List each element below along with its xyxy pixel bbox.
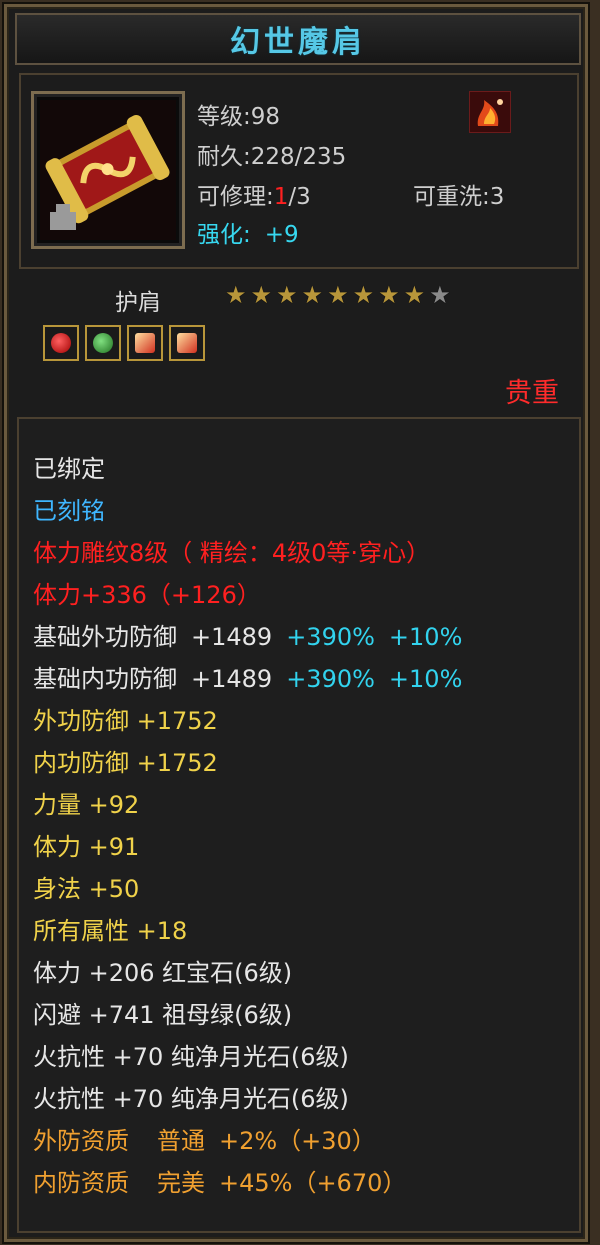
base-outer-def-extra: +10% xyxy=(388,623,463,651)
pauldron-icon xyxy=(40,100,176,240)
base-outer-def-line: 基础外功防御 +1489 +390% +10% xyxy=(33,617,462,652)
moonstone-gem-icon[interactable] xyxy=(169,325,205,361)
inner-quality-value: +45%（+670） xyxy=(219,1169,407,1197)
stamina-line: 体力 +91 xyxy=(33,833,140,861)
emerald-gem-icon[interactable] xyxy=(85,325,121,361)
repair-used: 1 xyxy=(273,184,289,210)
rewash-line: 可重洗:3 xyxy=(413,184,505,210)
outer-quality-grade: 普通 xyxy=(157,1127,205,1155)
star-empty-icon: ★ xyxy=(429,281,451,309)
star-filled-icon: ★ xyxy=(225,281,247,309)
base-inner-def-label: 基础内功防御 xyxy=(33,665,177,693)
level-label: 等级: xyxy=(197,104,251,130)
level-line: 等级:98 xyxy=(197,97,280,131)
star-filled-icon: ★ xyxy=(327,281,349,309)
strength-line: 力量 +92 xyxy=(33,791,140,819)
outer-quality-label: 外防资质 xyxy=(33,1127,129,1155)
ruby-gem-icon[interactable] xyxy=(43,325,79,361)
repair-label: 可修理: xyxy=(197,184,274,210)
item-title: 幻世魔肩 xyxy=(230,25,366,60)
engraved-status: 已刻铭 xyxy=(33,497,105,525)
star-filled-icon: ★ xyxy=(250,281,273,309)
outer-quality-line: 外防资质 普通 +2%（+30） xyxy=(33,1121,376,1156)
slot-type: 护肩 xyxy=(115,290,161,316)
item-tooltip: 幻世魔肩 等级:98 耐久:228/235 可修理:1/3 可重洗:3 强化: … xyxy=(4,4,588,1242)
base-outer-def-value: +1489 xyxy=(191,623,273,651)
star-rating: ★ ★ ★ ★ ★ ★ ★ ★ ★ xyxy=(225,283,451,307)
durability-value: 228/235 xyxy=(250,144,347,170)
item-summary: 等级:98 耐久:228/235 可修理:1/3 可重洗:3 强化: +9 xyxy=(19,73,579,269)
fire-skill-icon xyxy=(469,91,511,133)
base-outer-def-pct: +390% xyxy=(286,623,375,651)
durability-label: 耐久: xyxy=(197,144,251,170)
slot-section: 护肩 ★ ★ ★ ★ ★ ★ ★ ★ ★ 贵重 xyxy=(19,275,579,411)
rarity-label: 贵重 xyxy=(505,378,559,409)
inner-quality-grade: 完美 xyxy=(157,1169,205,1197)
star-filled-icon: ★ xyxy=(378,281,400,309)
gem-stat-line: 火抗性 +70 纯净月光石(6级) xyxy=(33,1043,349,1071)
title-bar: 幻世魔肩 xyxy=(15,13,581,65)
all-attr-line: 所有属性 +18 xyxy=(33,917,188,945)
stamina-bonus-line: 体力+336（+126） xyxy=(33,581,261,609)
gem-sockets xyxy=(43,325,205,361)
base-inner-def-value: +1489 xyxy=(191,665,273,693)
enhance-line: 强化: +9 xyxy=(197,215,299,249)
item-icon-slot[interactable] xyxy=(31,91,185,249)
star-filled-icon: ★ xyxy=(403,281,426,309)
level-value: 98 xyxy=(250,104,281,130)
agility-line: 身法 +50 xyxy=(33,875,140,903)
gem-stat-line: 火抗性 +70 纯净月光石(6级) xyxy=(33,1085,349,1113)
carving-line: 体力雕纹8级（ 精绘：4级0等·穿心） xyxy=(33,539,431,567)
base-inner-def-line: 基础内功防御 +1489 +390% +10% xyxy=(33,659,462,694)
enhance-value: +9 xyxy=(264,222,299,248)
star-filled-icon: ★ xyxy=(301,281,324,309)
inner-def-line: 内功防御 +1752 xyxy=(33,749,218,777)
inner-quality-label: 内防资质 xyxy=(33,1169,129,1197)
repair-total: /3 xyxy=(288,184,311,210)
outer-quality-value: +2%（+30） xyxy=(219,1127,376,1155)
bound-status: 已绑定 xyxy=(33,455,105,483)
enhance-label: 强化: xyxy=(197,222,251,248)
star-filled-icon: ★ xyxy=(276,281,298,309)
gem-stat-line: 体力 +206 红宝石(6级) xyxy=(33,959,293,987)
moonstone-gem-icon[interactable] xyxy=(127,325,163,361)
attribute-panel: 已绑定 已刻铭 体力雕纹8级（ 精绘：4级0等·穿心） 体力+336（+126）… xyxy=(17,417,581,1233)
gem-stat-line: 闪避 +741 祖母绿(6级) xyxy=(33,1001,293,1029)
inner-quality-line: 内防资质 完美 +45%（+670） xyxy=(33,1163,406,1198)
repair-line: 可修理:1/3 xyxy=(197,177,311,211)
star-filled-icon: ★ xyxy=(352,281,375,309)
outer-def-line: 外功防御 +1752 xyxy=(33,707,218,735)
base-outer-def-label: 基础外功防御 xyxy=(33,623,177,651)
durability-line: 耐久:228/235 xyxy=(197,137,346,171)
base-inner-def-extra: +10% xyxy=(388,665,463,693)
base-inner-def-pct: +390% xyxy=(286,665,375,693)
